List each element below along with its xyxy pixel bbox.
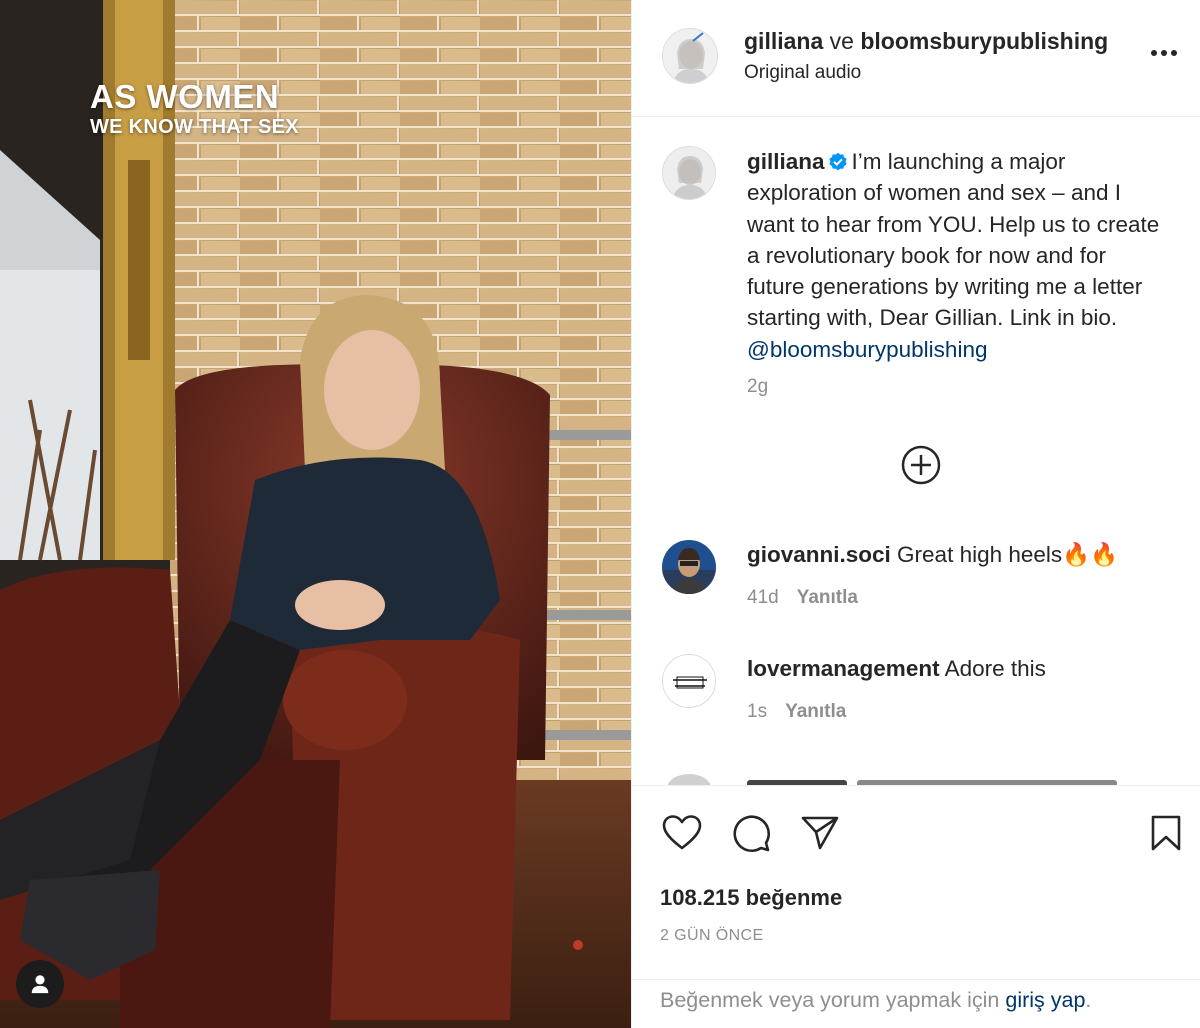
comment-item: giovanni.soci Great high heels🔥🔥 41d Yanı… — [632, 538, 1200, 648]
commenter-avatar[interactable] — [662, 654, 716, 708]
comment-meta: 41d Yanıtla — [747, 587, 858, 609]
comment-bubble-icon — [733, 815, 771, 853]
next-comment-partial — [662, 768, 1142, 785]
comment-time[interactable]: 41d — [747, 587, 779, 608]
comment-body: giovanni.soci Great high heels🔥🔥 — [747, 542, 1118, 568]
heart-icon — [662, 815, 702, 850]
coauthor-username[interactable]: bloomsburypublishing — [860, 28, 1108, 54]
author-avatar[interactable] — [662, 28, 718, 84]
bookmark-icon — [1151, 815, 1181, 851]
commenter-avatar-image — [662, 540, 716, 594]
login-prompt-text: Beğenmek veya yorum yapmak için — [660, 988, 1000, 1012]
comments-section[interactable]: gilliana I’m launching a major exploratio… — [632, 118, 1200, 785]
caption-mention-link[interactable]: @bloomsburypublishing — [747, 337, 987, 362]
post-authors: gilliana ve bloomsburypublishing — [744, 28, 1108, 55]
more-options-button[interactable] — [1146, 38, 1182, 68]
login-link[interactable]: giriş yap — [1005, 988, 1085, 1012]
video-caption-line-1: AS WOMEN — [90, 78, 280, 115]
login-prompt-suffix: . — [1085, 988, 1092, 1012]
user-icon — [31, 975, 49, 994]
reply-button[interactable]: Yanıtla — [797, 587, 858, 608]
tagged-users-button[interactable] — [16, 960, 64, 1008]
caption-text: I’m launching a major exploration of wom… — [747, 149, 1160, 331]
save-button[interactable] — [1144, 811, 1188, 855]
commenter-username[interactable]: giovanni.soci — [747, 542, 891, 567]
authors-conjunction: ve — [829, 28, 854, 54]
caption-avatar-image — [663, 147, 715, 199]
comment-item: lovermanagement Adore this 1s Yanıtla — [632, 652, 1200, 762]
comment-time[interactable]: 1s — [747, 701, 767, 722]
comment-text: Great high heels🔥🔥 — [897, 542, 1119, 567]
video-frame — [0, 0, 631, 1028]
more-icon — [1151, 50, 1177, 56]
audio-label[interactable]: Original audio — [744, 62, 861, 84]
commenter-avatar[interactable] — [662, 540, 716, 594]
likes-count[interactable]: 108.215 beğenme — [660, 885, 842, 911]
caption-author-avatar[interactable] — [662, 146, 716, 200]
post-details-panel: gilliana ve bloomsburypublishing Origina… — [631, 0, 1200, 1028]
like-button[interactable] — [660, 811, 704, 855]
paper-plane-icon — [801, 816, 839, 850]
post-video[interactable]: AS WOMEN WE KNOW THAT SEX — [0, 0, 631, 1028]
commenter-avatar-image — [663, 655, 715, 707]
comment-meta: 1s Yanıtla — [747, 701, 846, 723]
comment-button[interactable] — [729, 811, 773, 855]
verified-badge-icon — [828, 152, 847, 171]
share-button[interactable] — [798, 811, 842, 855]
login-prompt: Beğenmek veya yorum yapmak için giriş ya… — [660, 988, 1091, 1013]
post-date[interactable]: 2 GÜN ÖNCE — [660, 927, 764, 945]
caption-username[interactable]: gilliana — [747, 149, 825, 174]
video-caption-line-2: WE KNOW THAT SEX — [90, 116, 299, 138]
reply-button[interactable]: Yanıtla — [785, 701, 846, 722]
commenter-username[interactable]: lovermanagement — [747, 656, 940, 681]
post-header: gilliana ve bloomsburypublishing Origina… — [632, 0, 1200, 117]
author-username[interactable]: gilliana — [744, 28, 823, 54]
comment-body: lovermanagement Adore this — [747, 656, 1046, 682]
comment-text: Adore this — [944, 656, 1046, 681]
post-actions: 108.215 beğenme 2 GÜN ÖNCE Beğenmek veya… — [632, 785, 1200, 1028]
load-more-comments-button[interactable] — [901, 445, 941, 485]
login-prompt-bar: Beğenmek veya yorum yapmak için giriş ya… — [632, 979, 1200, 1028]
author-avatar-image — [663, 29, 717, 83]
post-caption: gilliana I’m launching a major exploratio… — [747, 146, 1167, 365]
partial-comment-shapes — [667, 774, 1117, 785]
caption-timestamp[interactable]: 2g — [747, 376, 768, 398]
plus-circle-icon — [901, 445, 941, 485]
